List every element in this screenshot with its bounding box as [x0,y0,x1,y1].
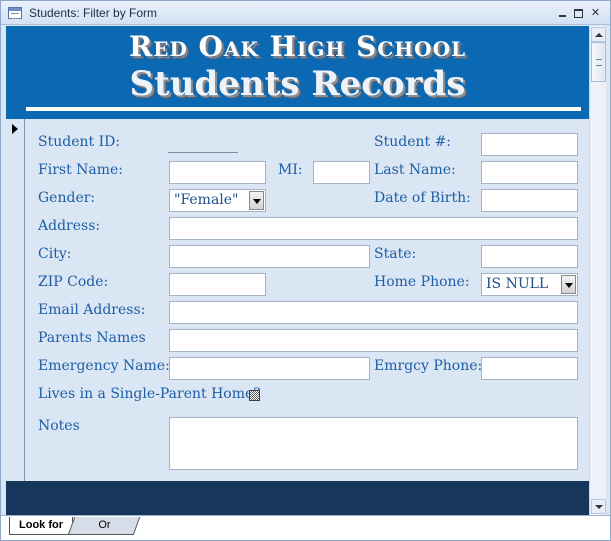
state-label: State: [374,246,417,262]
emergency-phone-field[interactable] [481,357,578,380]
mi-label: MI: [278,162,303,178]
home-phone-label: Home Phone: [374,274,470,290]
address-label: Address: [38,218,101,234]
date-of-birth-field[interactable] [481,189,578,212]
form-icon [8,7,22,19]
header-divider [26,107,581,111]
single-parent-label: Lives in a Single-Parent Home? [38,386,261,402]
form-footer [6,481,589,515]
email-field[interactable] [169,301,578,324]
student-number-field[interactable] [481,133,578,156]
student-id-field[interactable] [168,152,238,153]
zip-code-field[interactable] [169,273,266,296]
single-parent-checkbox[interactable] [249,390,260,401]
gender-select[interactable]: "Female" [169,189,266,212]
scroll-down-icon[interactable] [591,499,606,514]
notes-field[interactable] [169,417,578,470]
student-id-label: Student ID: [38,134,121,150]
notes-label: Notes [38,418,80,434]
student-number-label: Student #: [374,134,452,150]
record-selector[interactable] [6,119,25,481]
scroll-up-icon[interactable] [591,27,606,42]
state-field[interactable] [481,245,578,268]
form-header: Red Oak High School Students Records [6,26,589,119]
first-name-label: First Name: [38,162,124,178]
title-bar[interactable]: Students: Filter by Form ✕ [1,1,610,25]
parents-names-label: Parents Names [38,330,146,346]
tab-look-for[interactable]: Look for [9,517,73,535]
scroll-thumb[interactable] [591,42,606,82]
address-field[interactable] [169,217,578,240]
city-label: City: [38,246,72,262]
maximize-icon[interactable] [572,7,585,19]
tab-look-for-label: Look for [19,519,63,531]
home-phone-select[interactable]: IS NULL [481,273,578,296]
close-icon[interactable]: ✕ [589,7,602,19]
home-phone-value: IS NULL [486,276,549,292]
date-of-birth-label: Date of Birth: [374,190,471,206]
tab-or[interactable]: Or [67,517,141,535]
emergency-name-label: Emergency Name: [38,358,170,374]
form-title: Students Records [129,64,466,104]
gender-label: Gender: [38,190,96,206]
city-field[interactable] [169,245,370,268]
filter-tab-bar: Look for Or [1,515,610,540]
minimize-icon[interactable] [556,7,569,19]
zip-code-label: ZIP Code: [38,274,109,290]
last-name-field[interactable] [481,161,578,184]
first-name-field[interactable] [169,161,266,184]
window-title: Students: Filter by Form [29,6,158,20]
vertical-scrollbar[interactable] [589,26,606,515]
last-name-label: Last Name: [374,162,456,178]
email-label: Email Address: [38,302,146,318]
mi-field[interactable] [313,161,370,184]
gender-value: "Female" [174,192,239,208]
school-name: Red Oak High School [128,30,467,63]
current-record-arrow-icon [12,124,18,134]
chevron-down-icon[interactable] [249,191,264,210]
emergency-phone-label: Emrgcy Phone: [374,358,483,374]
emergency-name-field[interactable] [169,357,370,380]
chevron-down-icon[interactable] [561,275,576,294]
filter-by-form-window: Students: Filter by Form ✕ Red Oak High … [0,0,611,541]
parents-names-field[interactable] [169,329,578,352]
tab-or-label: Or [98,519,111,531]
